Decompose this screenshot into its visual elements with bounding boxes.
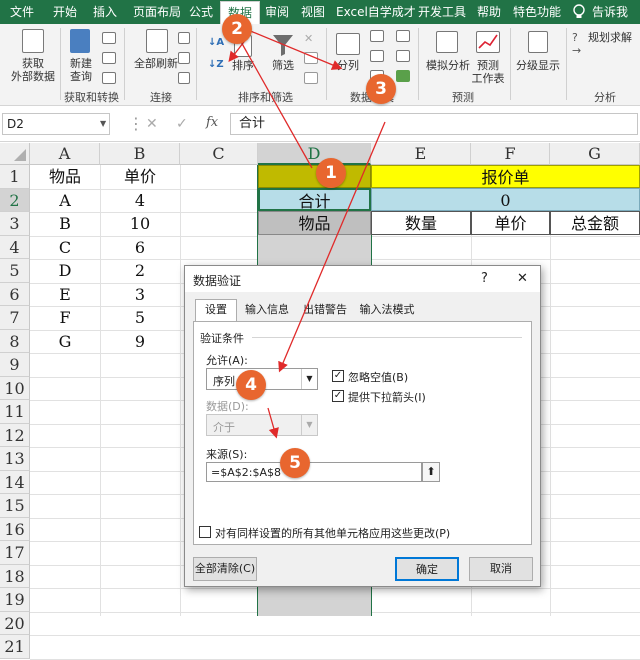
arrow-2-to-1 bbox=[239, 39, 313, 169]
annotation-arrows bbox=[228, 29, 386, 439]
step-badge-2: 2 bbox=[222, 14, 252, 44]
step-badge-1: 1 bbox=[316, 158, 346, 188]
row-gridline bbox=[30, 658, 640, 660]
row-gridline bbox=[30, 635, 640, 636]
arrow-4-to-5 bbox=[267, 407, 279, 439]
arrow-2-to-3 bbox=[247, 29, 343, 70]
step-badge-5: 5 bbox=[280, 448, 310, 478]
step-badge-4: 4 bbox=[236, 370, 266, 400]
step-badge-3: 3 bbox=[366, 74, 396, 104]
row-header[interactable]: 21 bbox=[0, 635, 30, 659]
